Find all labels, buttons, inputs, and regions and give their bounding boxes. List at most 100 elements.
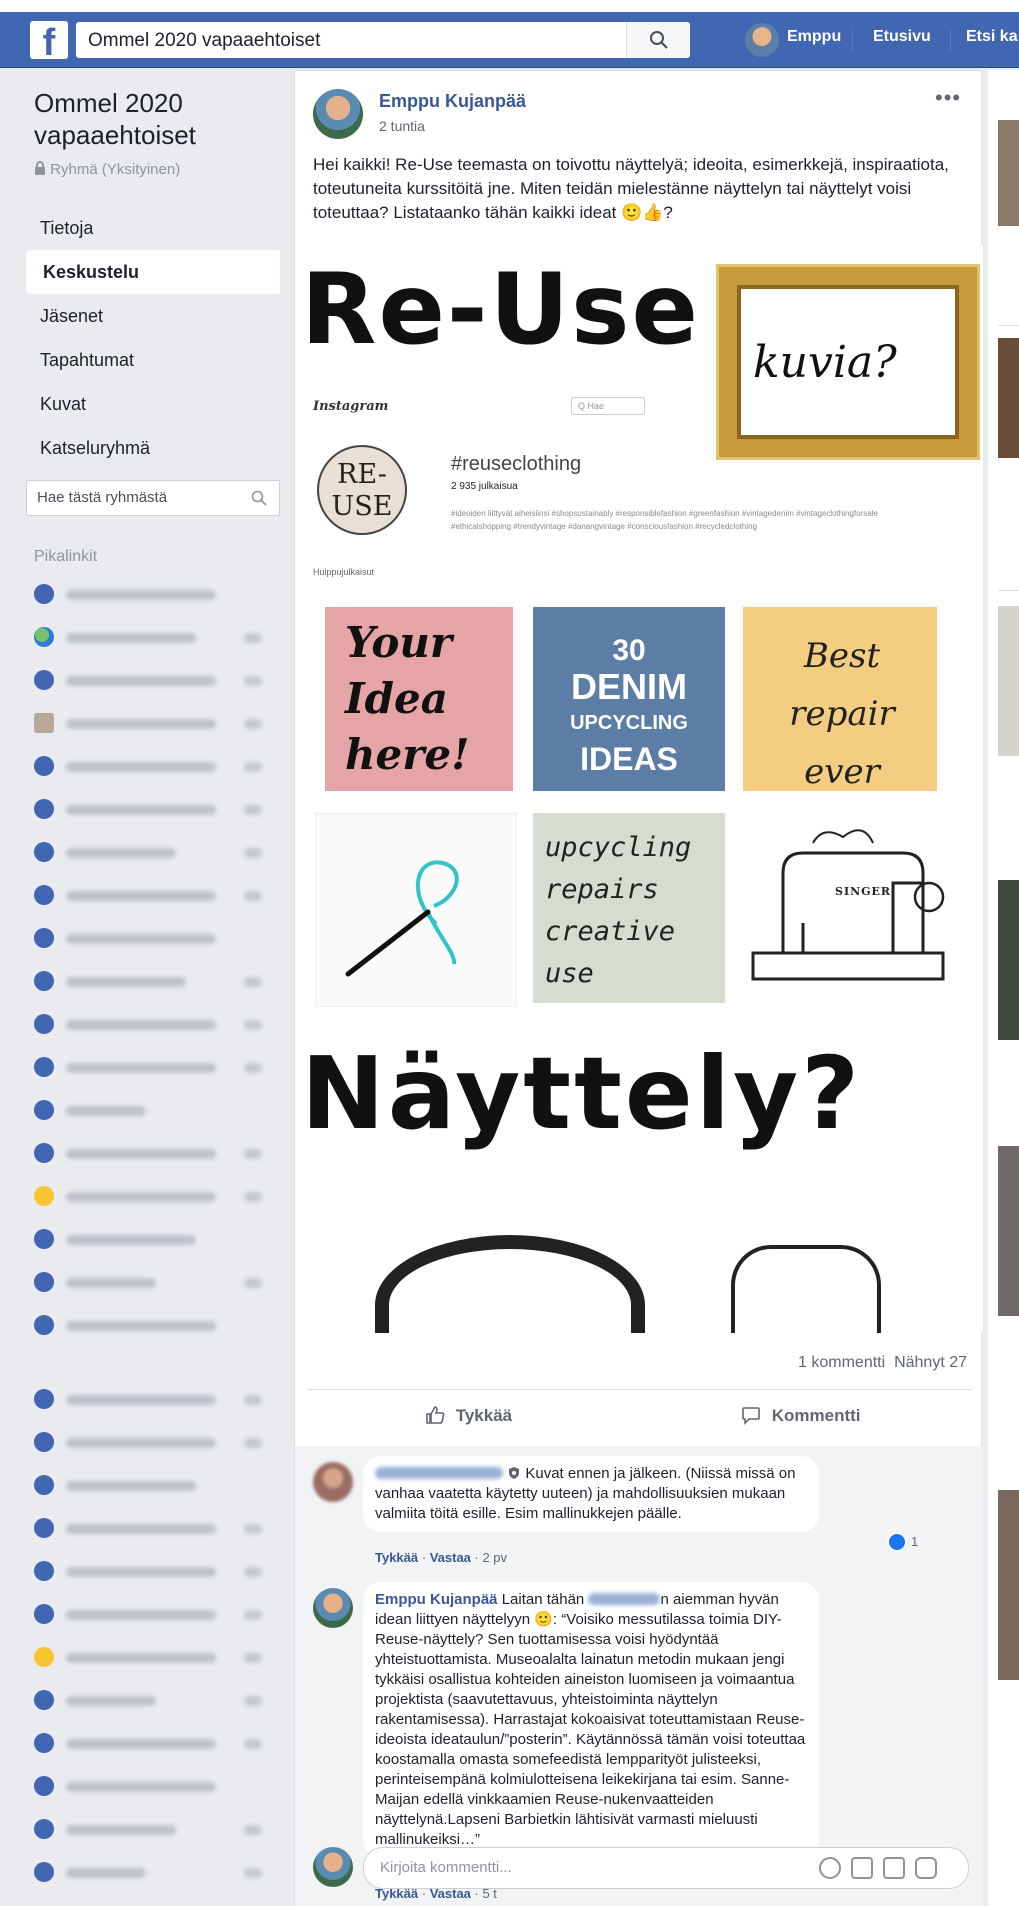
sidebar-thumbnail[interactable] [998,1146,1019,1316]
shortcut-item[interactable] [34,582,274,606]
group-icon [34,670,54,690]
shortcut-item[interactable] [34,1055,274,1079]
comment-reply-link[interactable]: Vastaa [430,1550,471,1565]
collage-headline-top: Re-Use [301,253,700,367]
commenter-name[interactable]: Emppu Kujanpää [375,1591,498,1608]
shortcut-item[interactable] [34,625,274,649]
home-link[interactable]: Etusivu [873,28,931,46]
search-button[interactable] [626,22,690,58]
tile-upcycling-list: upcycling repairs creative use recycling [533,813,725,1003]
shortcut-item[interactable] [34,1270,274,1294]
tile-text: repairs [545,874,659,905]
commenter-avatar[interactable] [313,1588,353,1628]
find-friends-link[interactable]: Etsi ka [966,28,1018,46]
group-nav-events[interactable]: Tapahtumat [26,338,280,382]
comment-time[interactable]: 2 pv [482,1550,507,1565]
group-sidebar: Ommel 2020 vapaaehtoiset Ryhmä (Yksityin… [0,70,290,1906]
shortcut-item[interactable] [34,1731,274,1755]
sidebar-thumbnail[interactable] [998,120,1019,226]
shortcut-item[interactable] [34,1098,274,1122]
tile-text: IDEAS [580,741,678,777]
post-options-icon[interactable]: ••• [935,85,961,111]
sidebar-thumbnail[interactable] [998,606,1019,756]
group-nav-watch-party[interactable]: Katseluryhmä [26,426,280,470]
group-icon [34,1733,54,1753]
shortcut-item[interactable] [34,1774,274,1798]
sidebar-thumbnail[interactable] [998,1490,1019,1680]
shortcut-item[interactable] [34,1860,274,1884]
comment-icon [742,1407,760,1425]
ornate-frame-graphic [731,1245,881,1333]
shortcut-item[interactable] [34,926,274,950]
nav-divider [852,30,853,52]
reaction-count[interactable]: 1 [911,1534,918,1549]
group-nav-members[interactable]: Jäsenet [26,294,280,338]
shortcut-item[interactable] [34,1645,274,1669]
group-nav-discussion[interactable]: Keskustelu [26,250,280,294]
tile-text: repair [789,694,895,734]
shortcut-item[interactable] [34,797,274,821]
author-avatar[interactable] [313,89,363,139]
shortcut-item[interactable] [34,840,274,864]
group-icon [34,799,54,819]
shortcut-item[interactable] [34,1602,274,1626]
shortcut-item[interactable] [34,1430,274,1454]
group-name[interactable]: Ommel 2020 vapaaehtoiset [34,87,274,151]
group-thumbnail-icon [34,713,54,733]
divider [998,325,1019,326]
seen-count-link[interactable]: Nähnyt 27 [894,1354,967,1371]
sidebar-thumbnail[interactable] [998,338,1019,458]
comment-like-link[interactable]: Tykkää [375,1550,418,1565]
shortcut-item[interactable] [34,1688,274,1712]
comment-text: Laitan tähän [501,1591,585,1608]
commenter-avatar[interactable] [313,1462,353,1502]
commenter-name-redacted[interactable] [375,1467,503,1479]
group-search-input[interactable]: Hae tästä ryhmästä [26,480,280,516]
group-nav-about[interactable]: Tietoja [26,206,280,250]
like-button[interactable]: Tykkää [425,1405,512,1445]
group-icon [34,1819,54,1839]
divider [307,1389,971,1390]
emoji-picker-icon[interactable] [819,1857,841,1879]
post-text: Hei kaikki! Re-Use teemasta on toivottu … [313,155,949,222]
facebook-logo[interactable]: f [30,21,68,59]
comment-button[interactable]: Kommentti [741,1405,861,1445]
tagged-name-redacted[interactable] [588,1593,661,1605]
shortcut-item[interactable] [34,711,274,735]
group-icon [34,1690,54,1710]
group-icon [34,1604,54,1624]
camera-icon[interactable] [851,1857,873,1879]
group-icon [34,1014,54,1034]
shortcut-item[interactable] [34,1387,274,1411]
shortcut-item[interactable] [34,1012,274,1036]
post-timestamp[interactable]: 2 tuntia [379,118,425,134]
comment-count-link[interactable]: 1 kommentti [798,1354,885,1371]
collage-headline-bottom: Näyttely? [301,1035,863,1152]
comment-input[interactable]: Kirjoita kommentti... [363,1847,969,1889]
shortcut-item[interactable] [34,1227,274,1251]
user-avatar[interactable] [745,23,779,57]
tile-needle-thread [315,813,517,1007]
profile-link[interactable]: Emppu [787,28,841,46]
shortcut-item[interactable] [34,1473,274,1497]
shortcut-item[interactable] [34,668,274,692]
shortcut-item[interactable] [34,1313,274,1337]
hashtag-title: #reuseclothing [451,453,582,475]
group-icon [34,1315,54,1335]
shortcut-item[interactable] [34,883,274,907]
post-image-collage[interactable]: Re-Use kuvia? Instagram Q Hae RE- USE #r… [295,245,983,1333]
global-search-input[interactable]: Ommel 2020 vapaaehtoiset [76,22,686,58]
shortcut-item[interactable] [34,1516,274,1540]
sidebar-thumbnail[interactable] [998,880,1019,1040]
post-author[interactable]: Emppu Kujanpää [379,91,526,112]
shortcut-item[interactable] [34,754,274,778]
sticker-icon[interactable] [915,1857,937,1879]
shortcut-item[interactable] [34,1184,274,1208]
shortcut-item[interactable] [34,1817,274,1841]
shortcut-item[interactable] [34,969,274,993]
shortcut-item[interactable] [34,1141,274,1165]
like-reaction-icon[interactable] [887,1532,907,1552]
shortcut-item[interactable] [34,1559,274,1583]
gif-icon[interactable] [883,1857,905,1879]
group-nav-photos[interactable]: Kuvat [26,382,280,426]
